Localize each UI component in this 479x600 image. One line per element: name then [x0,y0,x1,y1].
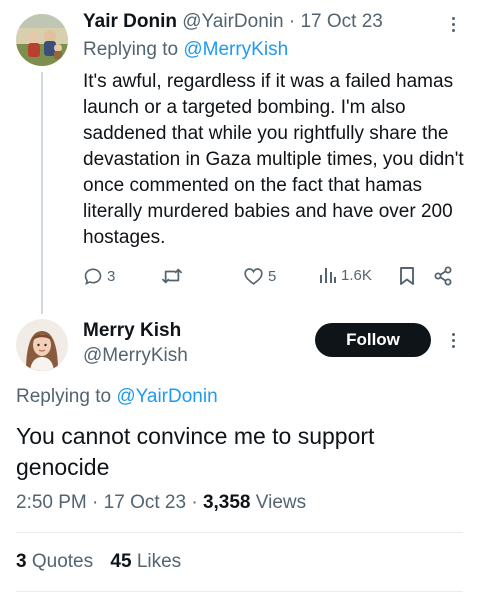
retweet-action-button[interactable] [161,266,183,286]
views-count: 1.6K [341,266,372,284]
likes-label: Likes [136,551,182,572]
likes-link[interactable]: 45 Likes [110,551,181,572]
reply-author-handle[interactable]: @YairDonin [182,11,283,32]
follow-button[interactable]: Follow [315,323,431,357]
share-action-button[interactable] [433,266,453,286]
reply-author-name[interactable]: Yair Donin [83,11,177,32]
reply-date[interactable]: 17 Oct 23 [300,11,382,32]
main-replying-to-link[interactable]: @YairDonin [116,386,217,407]
avatar-yair[interactable] [16,14,68,66]
likes-count: 45 [110,551,132,572]
main-author-handle[interactable]: @MerryKish [83,345,188,366]
reply-count: 3 [107,267,116,285]
reply-replying-to-link[interactable]: @MerryKish [183,39,288,60]
main-tweet-time[interactable]: 2:50 PM [16,492,87,513]
quotes-label: Quotes [31,551,94,572]
bookmark-action-button[interactable] [399,266,415,286]
bookmark-icon [399,266,415,286]
reply-tweet-text: It's awful, regardless if it was a faile… [83,71,464,248]
divider-bottom [16,591,463,592]
reply-action-button[interactable]: 3 [83,266,115,286]
main-tweet-date[interactable]: 17 Oct 23 [104,492,186,513]
reply-date-separator: · [288,11,296,32]
heart-icon [243,266,264,286]
reply-more-icon[interactable] [452,17,456,35]
avatar-merry[interactable] [16,319,68,371]
date-separator: · [191,492,198,513]
thread-line [41,72,43,314]
main-replying-to-label: Replying to [16,386,112,407]
main-views-label: Views [255,492,307,513]
comment-icon [83,266,103,286]
main-tweet-text: You cannot convince me to support genoci… [16,423,375,480]
engagement-stats: 3 Quotes 45 Likes [16,551,181,573]
time-separator: · [92,492,99,513]
like-action-button[interactable]: 5 [243,266,276,286]
views-chart-icon [319,266,337,284]
main-more-icon[interactable] [452,333,456,351]
quotes-count: 3 [16,551,27,572]
reply-replying-to-label: Replying to [83,39,179,60]
main-views-count: 3,358 [202,492,251,513]
like-count: 5 [268,267,277,285]
divider-top [16,532,463,533]
main-author-name[interactable]: Merry Kish [83,320,181,341]
share-icon [433,266,453,286]
views-action-button[interactable]: 1.6K [319,266,372,284]
retweet-icon [161,266,183,286]
quotes-link[interactable]: 3 Quotes [16,551,98,572]
